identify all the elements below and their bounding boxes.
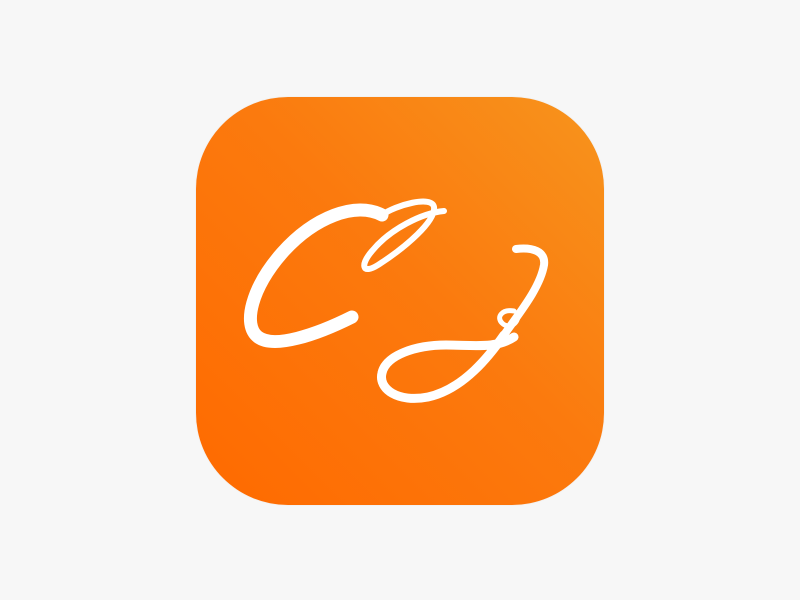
app-icon[interactable] xyxy=(196,97,604,505)
cj-monogram-icon xyxy=(196,97,604,505)
